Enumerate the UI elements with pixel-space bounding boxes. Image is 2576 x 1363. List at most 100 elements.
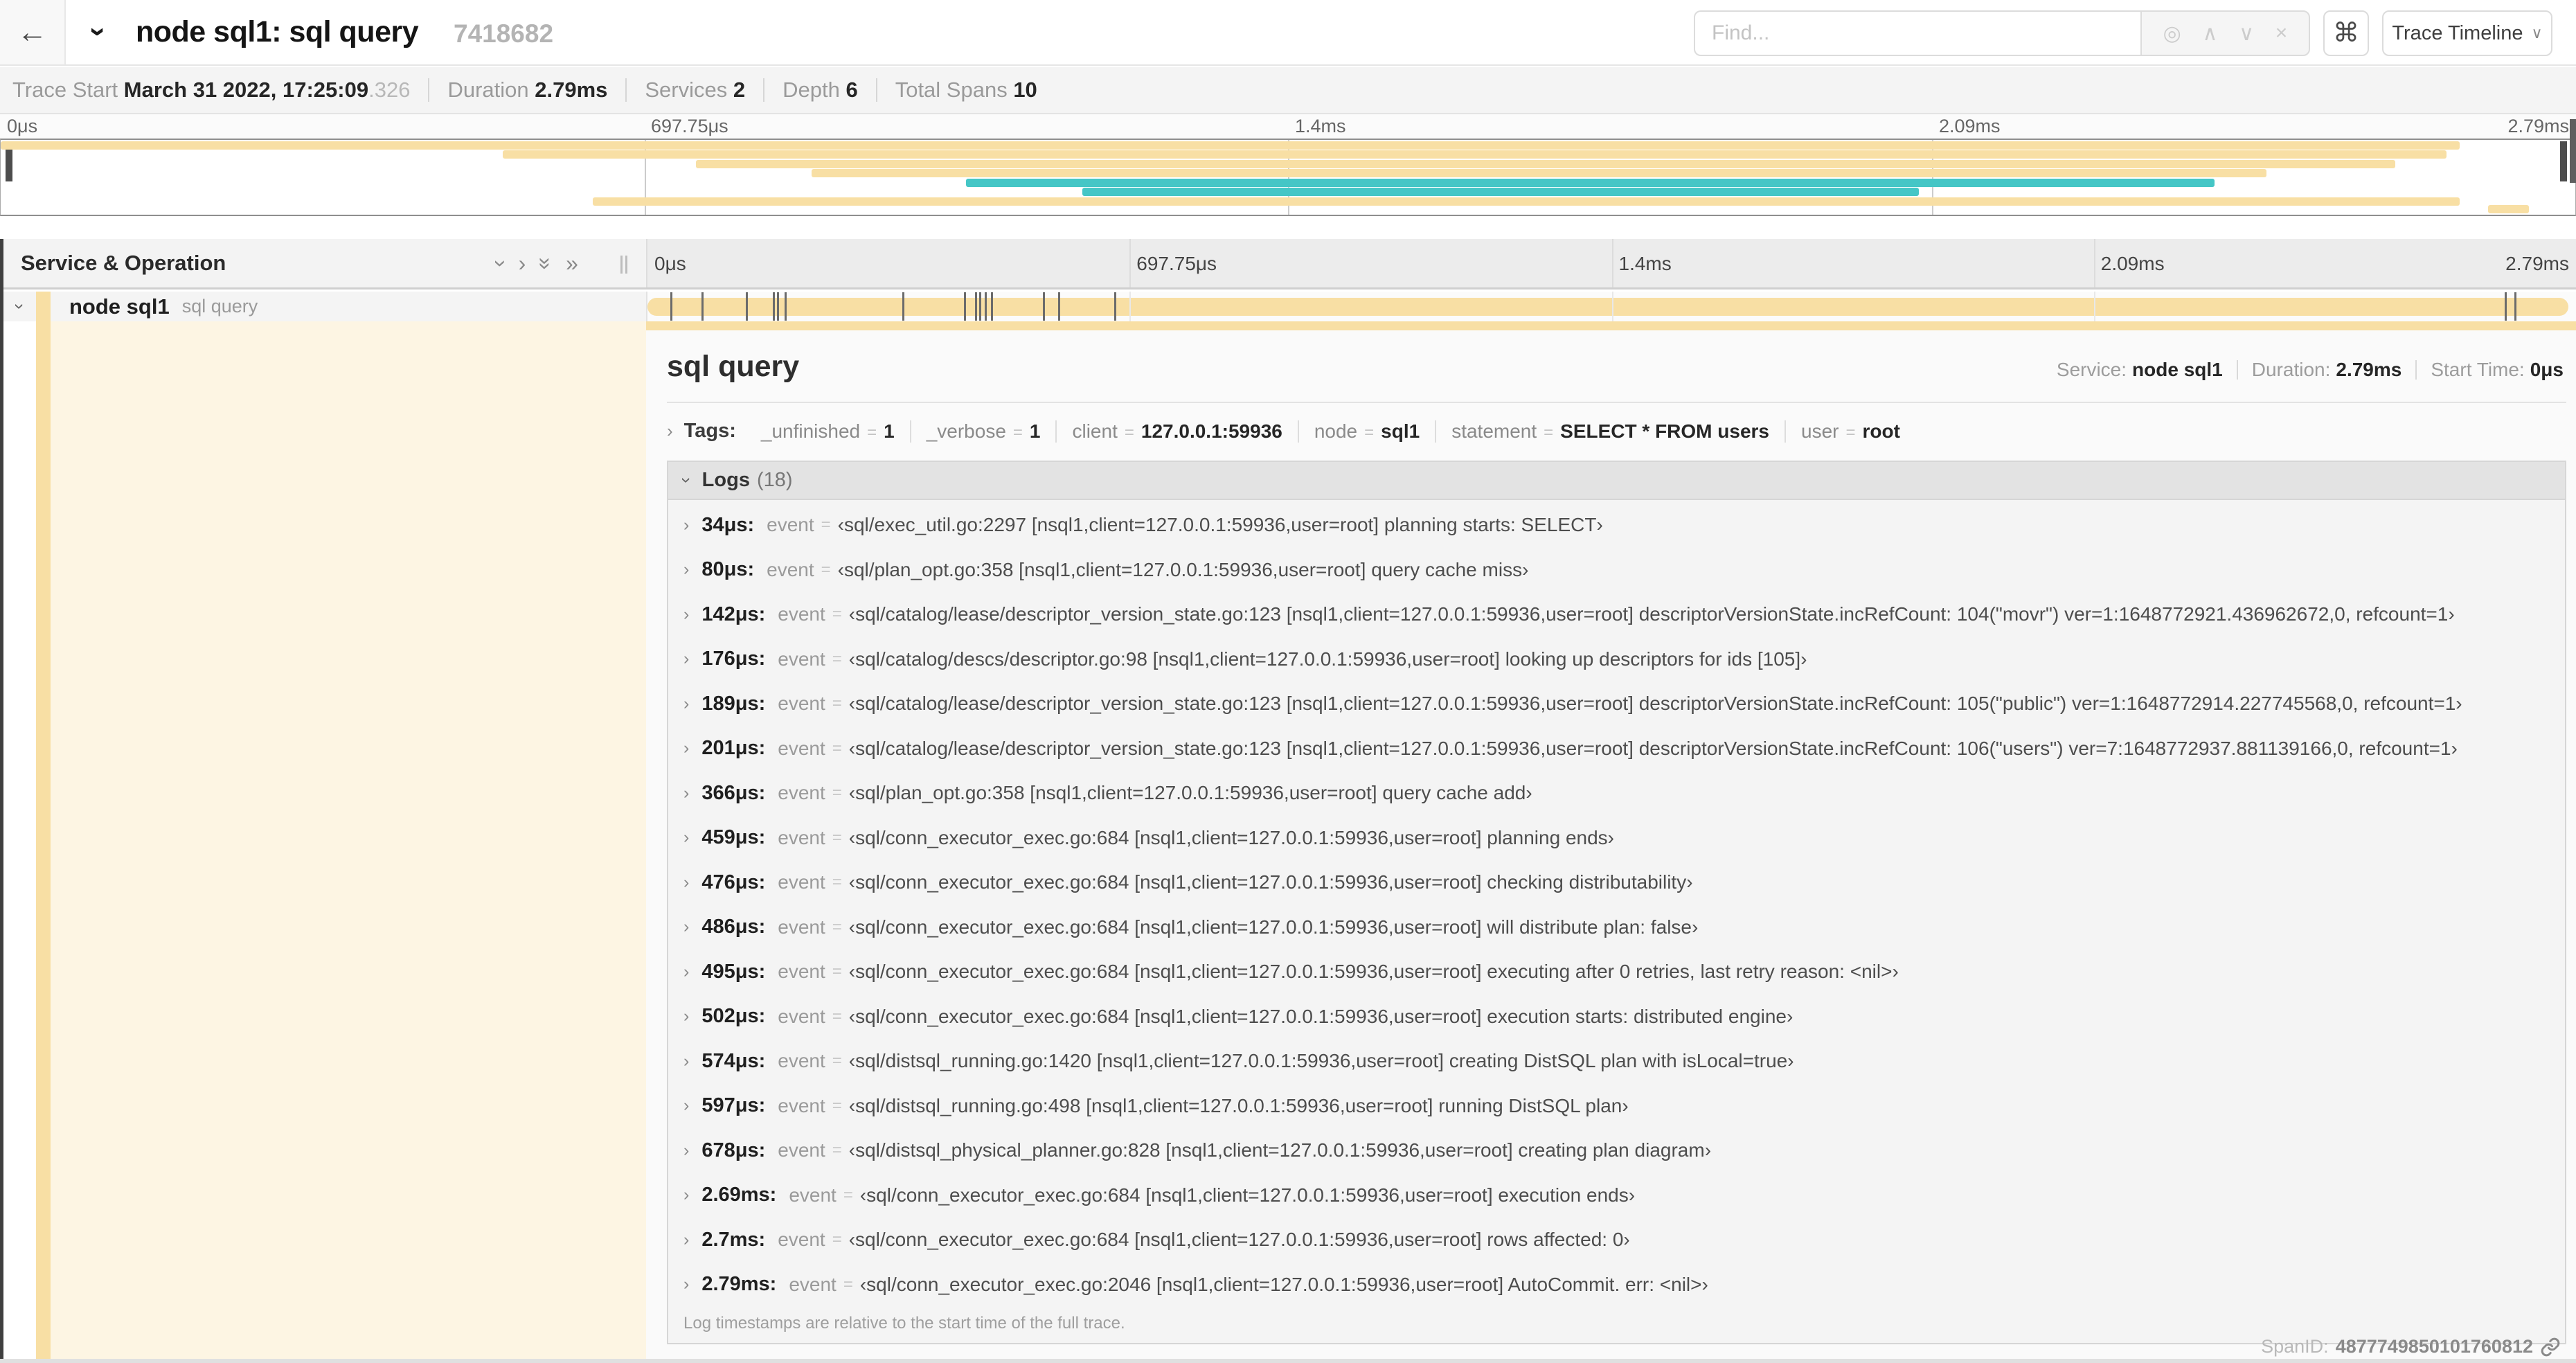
log-field-value: ‹sql/conn_executor_exec.go:684 [nsql1,cl… [848,1229,1630,1251]
span-row-label[interactable]: › node sql1 sql query [0,292,646,321]
chevron-right-icon: › [683,1185,690,1205]
log-entry[interactable]: › 574μs: event = ‹sql/distsql_running.go:142… [683,1039,2565,1084]
tag[interactable]: user = root [1785,420,1915,443]
tag[interactable]: _verbose = 1 [909,420,1056,443]
span-detail-panel: sql query Service: node sql1 Duration: 2.79… [646,321,2576,1363]
log-marker [975,292,978,321]
search-input[interactable] [1694,10,2140,56]
log-field-value: ‹sql/conn_executor_exec.go:684 [nsql1,cl… [859,1184,1636,1206]
tags-label: Tags: [683,420,736,442]
log-entry[interactable]: › 678μs: event = ‹sql/distsql_physical_plann… [683,1128,2565,1173]
log-timestamp: 2.79ms: [701,1273,777,1296]
keyboard-shortcuts-button[interactable]: ⌘ [2323,10,2369,56]
log-entry[interactable]: › 142μs: event = ‹sql/catalog/lease/descript… [683,592,2565,637]
clear-search-icon[interactable]: × [2275,21,2288,45]
log-field-value: ‹sql/plan_opt.go:358 [nsql1,client=127.0… [848,782,1532,804]
chevron-right-icon: › [683,738,690,758]
log-entry[interactable]: › 80μs: event = ‹sql/plan_opt.go:358 [nsql1,… [683,548,2565,593]
link-icon[interactable] [2540,1337,2561,1357]
grid-line [1611,239,1613,287]
separator [763,78,765,102]
log-entry[interactable]: › 459μs: event = ‹sql/conn_executor_exec.go:… [683,816,2565,861]
locate-icon[interactable]: ◎ [2163,21,2181,46]
log-marker [746,292,749,321]
tags-row[interactable]: › Tags: _unfinished = 1 _verbose = 1 client = 12… [667,420,2566,443]
log-entry[interactable]: › 2.7ms: event = ‹sql/conn_executor_exec.go:… [683,1218,2565,1263]
detail-meta-value: node sql1 [2132,359,2223,380]
log-entry[interactable]: › 2.79ms: event = ‹sql/conn_executor_exec.go… [683,1263,2565,1308]
log-entry[interactable]: › 366μs: event = ‹sql/plan_opt.go:358 [nsql1… [683,771,2565,816]
chevron-right-icon: › [683,917,690,937]
log-entry[interactable]: › 2.69ms: event = ‹sql/conn_executor_exec.go… [683,1173,2565,1218]
detail-operation-title: sql query [667,350,800,383]
minimap-span-bar [1082,188,1919,196]
log-entry[interactable]: › 476μs: event = ‹sql/conn_executor_exec.go:… [683,860,2565,905]
tag[interactable]: _unfinished = 1 [746,420,910,443]
log-timestamp: 678μs: [701,1139,766,1161]
next-result-icon[interactable]: ∨ [2239,21,2254,46]
prev-result-icon[interactable]: ∧ [2203,21,2218,46]
minimap-tick-label: 2.09ms [1939,116,2001,136]
minimap-canvas[interactable] [0,139,2576,216]
log-entry[interactable]: › 495μs: event = ‹sql/conn_executor_exec.go:… [683,950,2565,995]
log-entry[interactable]: › 34μs: event = ‹sql/exec_util.go:2297 [nsql… [683,503,2565,548]
top-bar: ← › node sql1: sql query 7418682 ◎∧∨× ⌘ … [0,0,2576,66]
log-field-value: ‹sql/conn_executor_exec.go:684 [nsql1,cl… [848,1005,1794,1027]
chevron-right-icon: › [683,1096,690,1116]
grid-line [1129,239,1132,287]
tag-value: 1 [884,420,895,442]
log-field-value: ‹sql/exec_util.go:2297 [nsql1,client=127… [837,514,1603,536]
log-entry[interactable]: › 189μs: event = ‹sql/catalog/lease/descript… [683,682,2565,727]
chevron-right-icon: › [683,783,690,803]
log-entry[interactable]: › 597μs: event = ‹sql/distsql_running.go:498… [683,1084,2565,1129]
log-marker [701,292,704,321]
log-entry[interactable]: › 201μs: event = ‹sql/catalog/lease/descript… [683,727,2565,772]
logs-label: Logs [701,469,750,491]
log-entry[interactable]: › 486μs: event = ‹sql/conn_executor_exec.go:… [683,905,2565,950]
back-button[interactable]: ← [0,0,66,64]
log-timestamp: 476μs: [701,871,766,893]
chevron-right-icon: › [683,1229,690,1249]
tag-value: 1 [1029,420,1041,442]
find-group: ◎ ∧ ∨ × [1694,10,2310,56]
log-timestamp: 2.69ms: [701,1184,777,1206]
tag[interactable]: node = sql1 [1297,420,1435,443]
log-timestamp: 80μs: [701,558,755,581]
detail-meta-label: Duration: [2251,359,2331,380]
log-field-value: ‹sql/conn_executor_exec.go:684 [nsql1,cl… [848,871,1693,893]
log-entry[interactable]: › 502μs: event = ‹sql/conn_executor_exec.go:… [683,995,2565,1040]
log-field-value: ‹sql/distsql_physical_planner.go:828 [ns… [848,1139,1712,1161]
expand-one-icon[interactable]: › [519,251,526,276]
collapse-one-icon[interactable]: › [488,260,514,267]
view-selector-button[interactable]: Trace Timeline ∨ [2382,10,2552,56]
window-left-edge [0,239,3,1363]
logs-header[interactable]: › Logs (18) [668,462,2565,500]
log-marker [990,292,993,321]
log-timestamp: 495μs: [701,960,766,983]
tag[interactable]: client = 127.0.0.1:59936 [1055,420,1297,443]
chevron-down-icon: › [676,477,697,483]
timeline-tick-label: 697.75μs [1136,253,1217,274]
tag[interactable]: statement = SELECT * FROM users [1435,420,1785,443]
log-entry[interactable]: › 176μs: event = ‹sql/catalog/descs/descript… [683,637,2565,682]
log-field-key: event [789,1184,837,1206]
collapse-all-icon[interactable]: » [533,257,559,269]
log-timestamp: 459μs: [701,826,766,849]
span-row[interactable]: › node sql1 sql query [0,292,2576,321]
span-timeline-track[interactable] [646,292,2576,321]
log-field-key: event [778,1094,825,1116]
expand-all-icon[interactable]: » [566,251,578,276]
log-field-value: ‹sql/catalog/lease/descriptor_version_st… [848,693,2462,715]
separator [2236,360,2238,380]
log-timestamp: 574μs: [701,1049,766,1072]
span-color-stripe [36,292,51,321]
collapse-trace-icon[interactable]: › [82,27,116,37]
tag-list: _unfinished = 1 _verbose = 1 client = 127.0.0.1:… [746,420,1915,443]
column-resizer-handle[interactable] [620,256,630,274]
chevron-down-icon[interactable]: › [9,303,30,310]
minimap-tick-label: 697.75μs [651,116,728,136]
scrollbar-thumb[interactable] [2570,119,2576,183]
span-duration-bar[interactable] [647,298,2568,316]
log-field-key: event [789,1273,837,1295]
minimap-right-drag-handle[interactable] [2560,141,2567,181]
